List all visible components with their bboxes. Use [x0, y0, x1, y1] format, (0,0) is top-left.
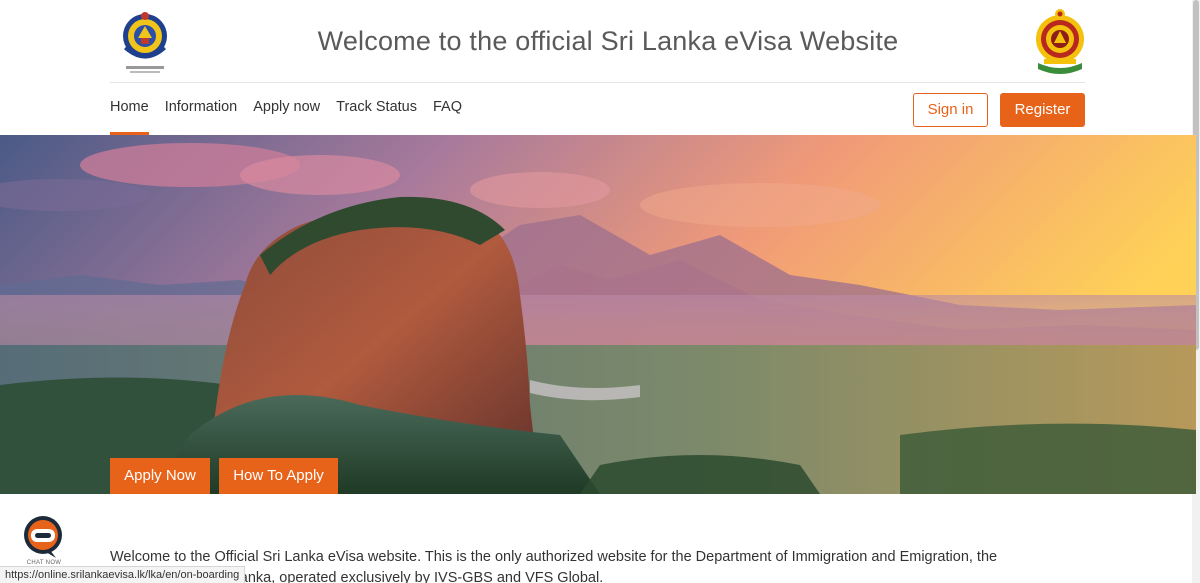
register-button[interactable]: Register [1000, 93, 1085, 127]
intro-paragraph: Welcome to the Official Sri Lanka eVisa … [110, 549, 998, 583]
how-to-apply-button[interactable]: How To Apply [219, 458, 338, 494]
page-title: Welcome to the official Sri Lanka eVisa … [317, 26, 899, 56]
site-header: Welcome to the official Sri Lanka eVisa … [0, 0, 1192, 135]
nav-home[interactable]: Home [110, 98, 149, 135]
hero-banner-image [0, 135, 1196, 494]
header-divider [110, 82, 1085, 83]
browser-status-url: https://online.srilankaevisa.lk/lka/en/o… [0, 566, 246, 583]
nav-faq[interactable]: FAQ [433, 98, 462, 116]
nav-track-status[interactable]: Track Status [336, 98, 417, 116]
sri-lanka-national-emblem-icon [1036, 9, 1084, 74]
main-navigation: Home Information Apply now Track Status … [110, 98, 462, 135]
nav-apply-now[interactable]: Apply now [253, 98, 320, 116]
apply-now-button[interactable]: Apply Now [110, 458, 210, 494]
sigiriya-landscape-illustration [0, 135, 1196, 494]
sign-in-button[interactable]: Sign in [913, 93, 988, 127]
nav-information[interactable]: Information [165, 98, 238, 116]
